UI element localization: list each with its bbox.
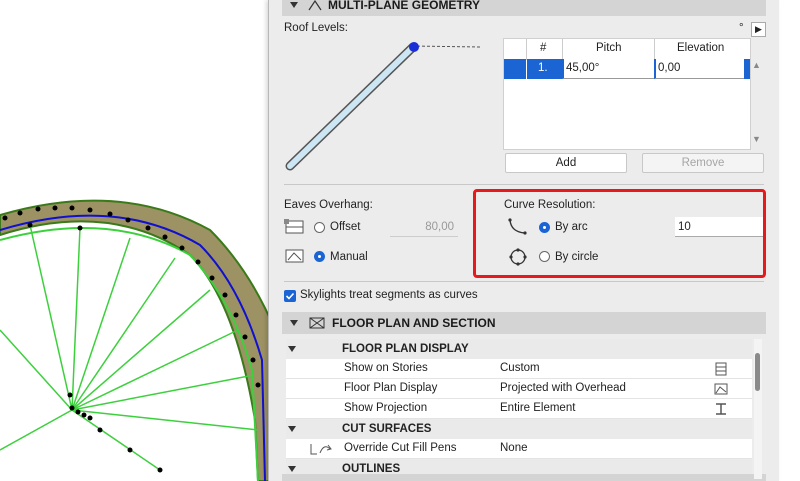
manual-eaves-icon	[285, 249, 304, 263]
levels-table: # Pitch Elevation 1. 45,00° 0,00	[503, 38, 751, 150]
projection-icon	[716, 403, 726, 415]
add-button[interactable]: Add	[505, 153, 627, 173]
divider	[284, 281, 764, 282]
checkmark-icon	[285, 292, 295, 300]
cut-surfaces-row[interactable]: CUT SURFACES	[286, 419, 752, 439]
level-num: 1.	[538, 62, 548, 74]
pitch-handle-icon	[409, 42, 419, 52]
multiplane-header-label: MULTI-PLANE GEOMETRY	[328, 0, 480, 12]
floor-plan-display-label: FLOOR PLAN DISPLAY	[342, 343, 469, 355]
roof-levels-label: Roof Levels:	[284, 22, 348, 34]
table-row[interactable]: Floor Plan Display Projected with Overhe…	[286, 379, 752, 399]
levels-table-header: # Pitch Elevation	[504, 39, 750, 60]
table-scroll-up-icon[interactable]: ▲	[752, 60, 761, 70]
cut-surfaces-label: CUT SURFACES	[342, 423, 432, 435]
col-header-elevation: Elevation	[677, 42, 725, 54]
curve-resolution-label: Curve Resolution:	[504, 199, 596, 211]
remove-button[interactable]: Remove	[642, 153, 764, 173]
row-value: None	[500, 442, 528, 454]
degree-label: °	[739, 22, 744, 34]
by-arc-label: By arc	[555, 221, 588, 233]
table-scroll-down-icon[interactable]: ▼	[752, 134, 761, 144]
by-arc-value-field[interactable]: 10	[675, 217, 763, 237]
floor-plan-section-header[interactable]: FLOOR PLAN AND SECTION	[282, 312, 766, 334]
collapse-triangle-icon[interactable]	[288, 466, 296, 472]
offset-radio[interactable]	[314, 222, 325, 233]
collapse-triangle-icon[interactable]	[288, 426, 296, 432]
manual-label: Manual	[330, 251, 368, 263]
offset-label: Offset	[330, 221, 361, 233]
row-value: Custom	[500, 362, 540, 374]
manual-radio[interactable]	[314, 251, 325, 262]
divider	[284, 184, 764, 185]
by-arc-icon	[508, 218, 527, 235]
floor-plan-header-label: FLOOR PLAN AND SECTION	[332, 316, 496, 330]
override-pens-icon	[310, 444, 332, 455]
expand-arrow-icon[interactable]: ▶	[751, 22, 766, 37]
by-circle-label: By circle	[555, 251, 599, 263]
levels-row[interactable]: 1. 45,00° 0,00	[504, 59, 750, 79]
collapse-triangle-icon[interactable]	[290, 2, 298, 8]
scrollbar-thumb[interactable]	[755, 353, 760, 391]
elevation-field[interactable]: 0,00	[654, 59, 744, 79]
floor-plan-display-row[interactable]: FLOOR PLAN DISPLAY	[286, 339, 752, 359]
row-name: Override Cut Fill Pens	[344, 442, 457, 454]
by-circle-radio[interactable]	[539, 251, 550, 262]
row-value: Projected with Overhead	[500, 382, 626, 394]
collapse-triangle-icon[interactable]	[288, 346, 296, 352]
projected-overhead-icon	[714, 383, 728, 395]
eaves-overhang-label: Eaves Overhang:	[284, 199, 373, 211]
multiplane-geometry-header[interactable]: MULTI-PLANE GEOMETRY	[282, 0, 766, 16]
pitch-field[interactable]: 45,00°	[562, 59, 654, 79]
roof-outline	[0, 199, 276, 481]
col-header-pitch: Pitch	[596, 42, 622, 54]
floor-plan-icon	[309, 317, 325, 329]
table-row[interactable]: Show Projection Entire Element	[286, 399, 752, 419]
pitch-value: 45,00°	[566, 62, 600, 74]
right-margin	[778, 0, 800, 481]
skylights-label: Skylights treat segments as curves	[300, 289, 478, 301]
table-row[interactable]: Show on Stories Custom	[286, 359, 752, 379]
row-name: Floor Plan Display	[344, 382, 438, 394]
roof-icon	[308, 0, 322, 11]
elevation-value: 0,00	[658, 62, 681, 74]
properties-scrollbar[interactable]	[754, 339, 762, 479]
row-value: Entire Element	[500, 402, 576, 414]
offset-value-field[interactable]: 80,00	[390, 217, 458, 237]
collapse-triangle-icon[interactable]	[290, 320, 298, 326]
stories-icon	[715, 362, 727, 376]
next-section-header	[282, 474, 766, 481]
col-header-num: #	[540, 42, 547, 54]
row-name: Show Projection	[344, 402, 428, 414]
offset-eaves-icon	[284, 219, 304, 234]
row-name: Show on Stories	[344, 362, 428, 374]
pitch-preview[interactable]	[282, 36, 482, 176]
by-circle-icon	[509, 248, 527, 266]
skylights-checkbox[interactable]	[284, 290, 296, 302]
table-row[interactable]: Override Cut Fill Pens None	[286, 439, 752, 459]
by-arc-radio[interactable]	[539, 222, 550, 233]
